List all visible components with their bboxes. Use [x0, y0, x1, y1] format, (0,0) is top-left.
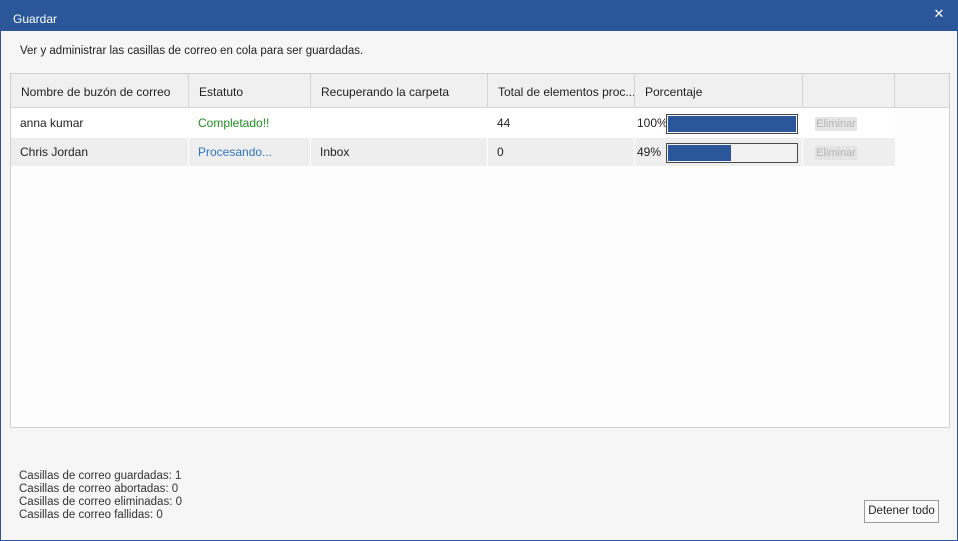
column-header-total-items[interactable]: Total de elementos proc... [488, 74, 635, 107]
title-bar: Guardar ✕ [1, 1, 957, 31]
progress-bar [666, 114, 798, 134]
column-header-mailbox[interactable]: Nombre de buzón de correo [11, 74, 189, 107]
dialog-description: Ver y administrar las casillas de correo… [20, 45, 364, 57]
summary-panel: Casillas de correo guardadas: 1 Casillas… [19, 470, 182, 522]
total-items-cell: 44 [488, 109, 635, 137]
progress-bar-fill [668, 116, 796, 132]
column-header-filler [895, 74, 949, 107]
percentage-text: 49% [637, 145, 662, 159]
action-cell: Eliminar [803, 109, 895, 137]
table-row[interactable]: Chris Jordan Procesando... Inbox 0 49% E… [11, 138, 895, 166]
stop-all-button[interactable]: Detener todo [864, 500, 939, 523]
percentage-cell: 49% [635, 138, 803, 166]
summary-deleted: Casillas de correo eliminadas: 0 [19, 496, 182, 508]
mailbox-name-cell: Chris Jordan [11, 138, 189, 166]
column-header-percentage[interactable]: Porcentaje [635, 74, 803, 107]
close-icon: ✕ [933, 6, 945, 21]
column-header-action [803, 74, 895, 107]
mailbox-name-cell: anna kumar [11, 109, 189, 137]
column-header-status[interactable]: Estatuto [189, 74, 311, 107]
table-header: Nombre de buzón de correo Estatuto Recup… [11, 74, 949, 108]
summary-saved: Casillas de correo guardadas: 1 [19, 470, 182, 482]
status-cell: Procesando... [189, 138, 311, 166]
summary-failed: Casillas de correo fallidas: 0 [19, 509, 163, 521]
close-button[interactable]: ✕ [927, 4, 951, 24]
action-cell: Eliminar [803, 138, 895, 166]
percentage-cell: 100% [635, 109, 803, 137]
delete-button[interactable]: Eliminar [815, 117, 857, 131]
total-items-cell: 0 [488, 138, 635, 166]
folder-cell: Inbox [311, 138, 488, 166]
percentage-text: 100% [637, 116, 668, 130]
folder-cell [311, 109, 488, 137]
summary-aborted: Casillas de correo abortadas: 0 [19, 483, 179, 495]
progress-bar [666, 143, 798, 163]
save-dialog: Guardar ✕ Ver y administrar las casillas… [0, 0, 958, 541]
window-title: Guardar [13, 12, 58, 26]
mailbox-queue-table: Nombre de buzón de correo Estatuto Recup… [10, 73, 950, 428]
delete-button[interactable]: Eliminar [815, 146, 857, 160]
progress-bar-fill [668, 145, 731, 161]
table-row[interactable]: anna kumar Completado!! 44 100% Eliminar [11, 109, 895, 137]
status-cell: Completado!! [189, 109, 311, 137]
column-header-folder[interactable]: Recuperando la carpeta [311, 74, 488, 107]
